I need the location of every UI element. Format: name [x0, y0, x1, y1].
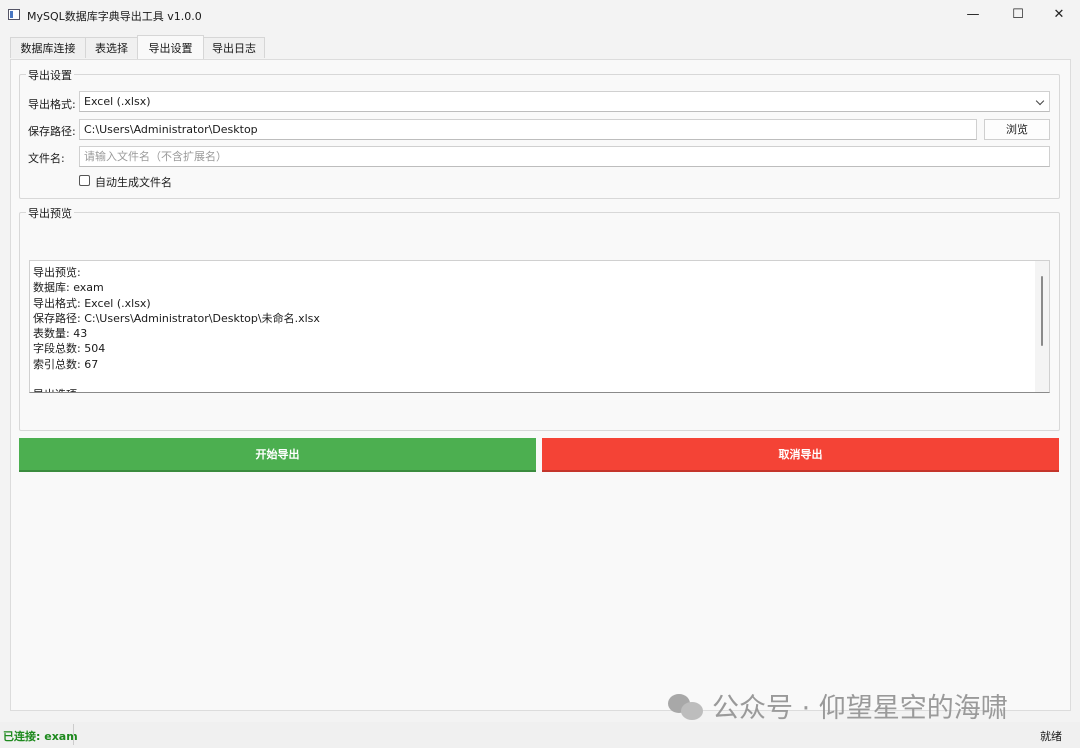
preview-scrollbar[interactable] [1035, 261, 1049, 392]
preview-textarea[interactable]: 导出预览: 数据库: exam 导出格式: Excel (.xlsx) 保存路径… [29, 260, 1050, 393]
export-preview-title: 导出预览 [26, 205, 74, 221]
cancel-export-button[interactable]: 取消导出 [542, 438, 1059, 472]
watermark-text: 公众号 · 仰望星空的海啸 [712, 693, 1008, 724]
export-settings-title: 导出设置 [26, 67, 74, 83]
tab-database-connection[interactable]: 数据库连接 [10, 37, 86, 58]
wechat-icon [668, 694, 704, 720]
maximize-button[interactable]: ☐ [995, 0, 1041, 30]
preview-text: 导出预览: 数据库: exam 导出格式: Excel (.xlsx) 保存路径… [33, 266, 320, 392]
status-bar: 已连接: exam 就绪 [0, 722, 1080, 748]
app-icon [8, 9, 20, 20]
tab-export-log[interactable]: 导出日志 [203, 37, 265, 58]
auto-filename-label[interactable]: 自动生成文件名 [95, 174, 172, 190]
browse-button[interactable]: 浏览 [984, 119, 1050, 140]
connection-status: 已连接: exam [3, 730, 78, 743]
minimize-button[interactable]: — [950, 0, 996, 30]
format-select[interactable]: Excel (.xlsx) [79, 91, 1050, 112]
close-button[interactable]: ✕ [1036, 0, 1080, 30]
auto-filename-checkbox[interactable] [79, 175, 90, 186]
chevron-down-icon [1035, 96, 1045, 106]
path-label: 保存路径: [28, 125, 76, 138]
scrollbar-thumb[interactable] [1041, 276, 1043, 346]
ready-status: 就绪 [1040, 730, 1062, 743]
tab-table-selection[interactable]: 表选择 [85, 37, 138, 58]
tab-export-settings[interactable]: 导出设置 [137, 35, 204, 59]
watermark: 公众号 · 仰望星空的海啸 [668, 686, 1008, 725]
save-path-input[interactable]: C:\Users\Administrator\Desktop [79, 119, 977, 140]
filename-input[interactable]: 请输入文件名（不含扩展名） [79, 146, 1050, 167]
filename-label: 文件名: [28, 152, 65, 165]
format-label: 导出格式: [28, 98, 76, 111]
status-divider [73, 724, 74, 745]
format-select-value: Excel (.xlsx) [84, 95, 151, 108]
title-bar: MySQL数据库字典导出工具 v1.0.0 — ☐ ✕ [0, 0, 1080, 30]
window-title: MySQL数据库字典导出工具 v1.0.0 [27, 10, 202, 23]
start-export-button[interactable]: 开始导出 [19, 438, 536, 472]
